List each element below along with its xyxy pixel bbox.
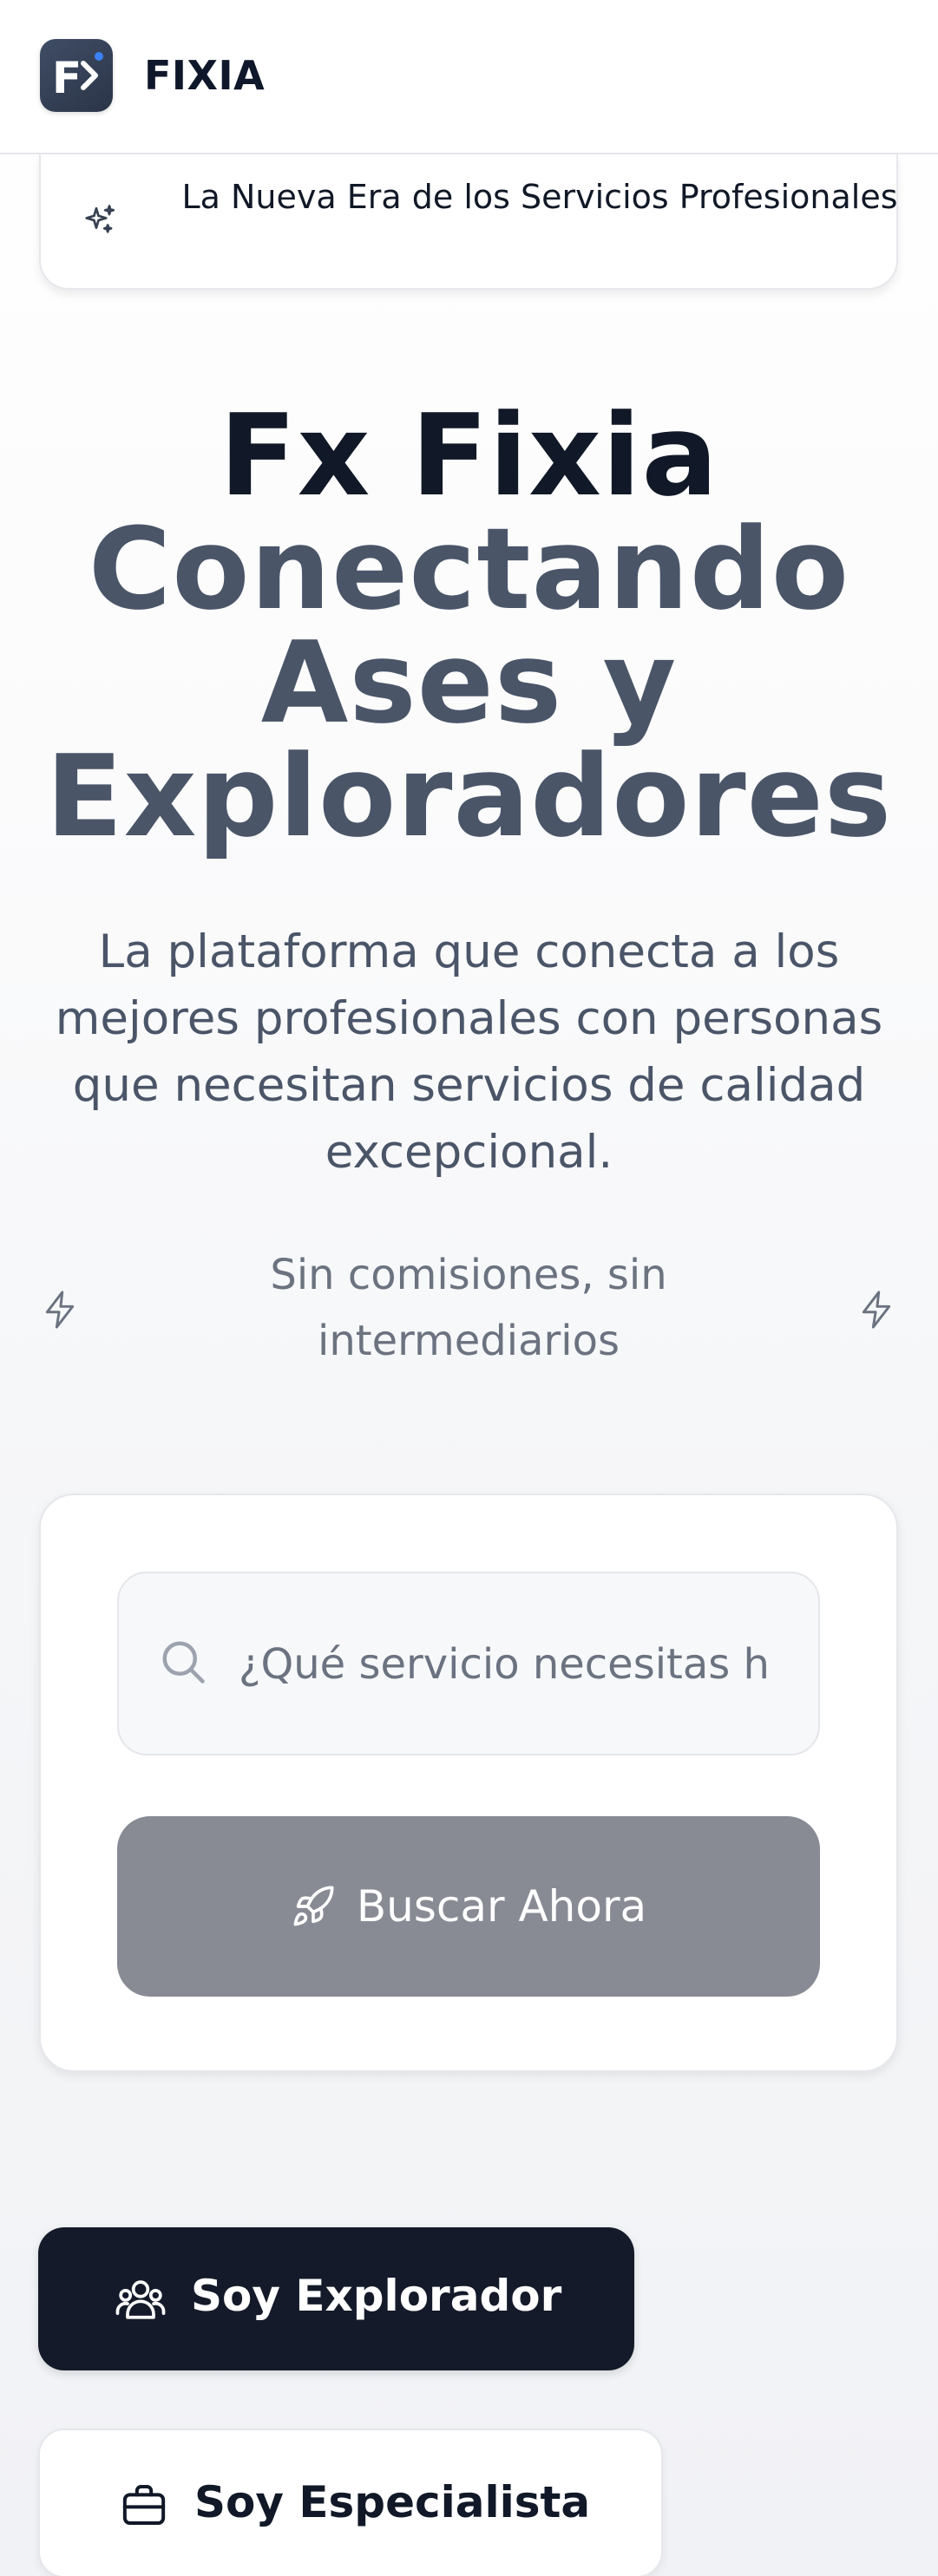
specialist-button[interactable]: Soy Especialista	[38, 2429, 663, 2576]
hero-subtitle: La plataforma que conecta a los mejores …	[55, 925, 883, 1179]
lightning-icon	[857, 1289, 895, 1334]
top-header: F FIXIA	[0, 0, 938, 154]
logo-letter: F	[52, 53, 82, 103]
brand-name[interactable]: FIXIA	[144, 52, 265, 99]
search-field[interactable]	[117, 1572, 820, 1755]
hero-title: Fx Fixia Conectando Ases y Exploradores	[0, 399, 938, 853]
briefcase-icon	[120, 2481, 168, 2533]
brand-logo[interactable]: F	[40, 39, 113, 112]
explorer-label: Soy Explorador	[191, 2271, 562, 2321]
sparkles-icon	[81, 201, 119, 243]
rocket-icon	[291, 1884, 336, 1929]
no-fees-note: Sin comisiones, sin intermediarios	[270, 1251, 667, 1365]
hero-title-tagline: Conectando Ases y Exploradores	[45, 503, 893, 862]
search-card: Buscar Ahora	[39, 1494, 898, 2072]
explorer-button[interactable]: Soy Explorador	[38, 2227, 634, 2370]
announcement-pill: La Nueva Era de los Servicios Profesiona…	[39, 154, 898, 290]
lightning-icon	[41, 1289, 79, 1334]
announcement-text: La Nueva Era de los Servicios Profesiona…	[181, 178, 898, 216]
users-icon	[115, 2275, 167, 2327]
search-now-button[interactable]: Buscar Ahora	[117, 1816, 820, 1997]
search-icon	[157, 1636, 209, 1691]
hero-title-brand: Fx Fixia	[219, 389, 719, 521]
search-input[interactable]	[239, 1625, 811, 1703]
search-now-label: Buscar Ahora	[356, 1881, 647, 1932]
logo-mark-icon: F	[52, 52, 103, 103]
specialist-label: Soy Especialista	[194, 2477, 591, 2527]
